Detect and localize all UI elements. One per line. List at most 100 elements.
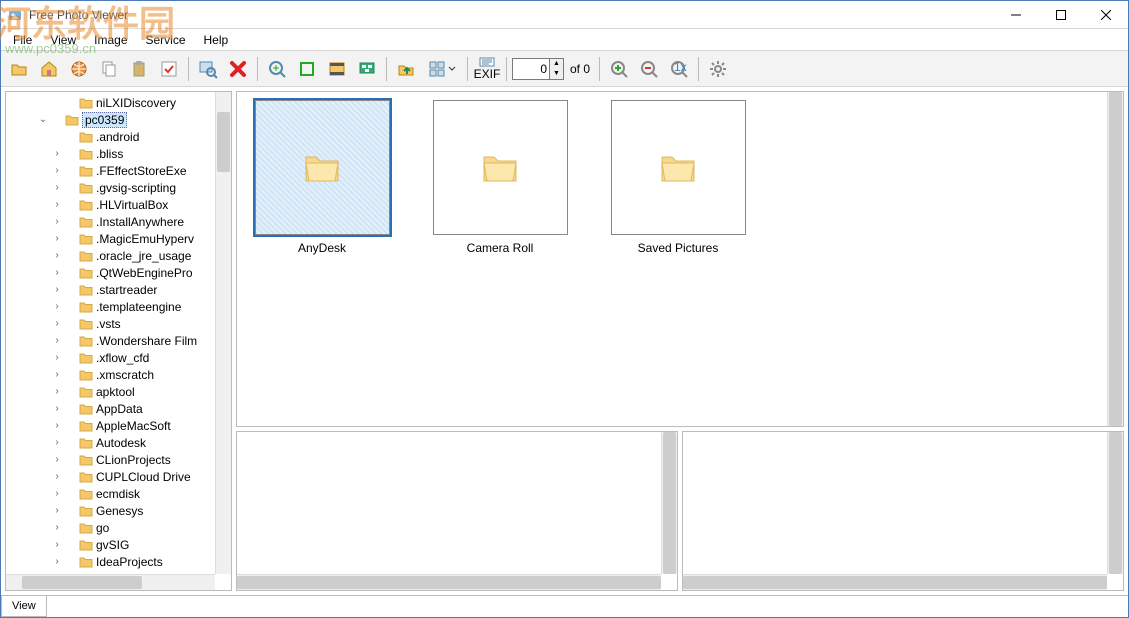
tree-horizontal-scrollbar[interactable] <box>6 574 215 590</box>
expand-closed-icon[interactable]: › <box>50 148 64 159</box>
home-button[interactable] <box>35 55 63 83</box>
expand-closed-icon[interactable]: › <box>50 522 64 533</box>
info-right-hscroll[interactable] <box>683 574 1107 590</box>
expand-closed-icon[interactable]: › <box>50 335 64 346</box>
expand-closed-icon[interactable]: › <box>50 284 64 295</box>
thumbnail-box[interactable] <box>255 100 390 235</box>
paste-button[interactable] <box>125 55 153 83</box>
tree-item[interactable]: ›AppleMacSoft <box>6 417 215 434</box>
tree-item[interactable]: ›Autodesk <box>6 434 215 451</box>
tree-item[interactable]: .android <box>6 128 215 145</box>
expand-closed-icon[interactable]: › <box>50 488 64 499</box>
expand-closed-icon[interactable]: › <box>50 199 64 210</box>
tree-item[interactable]: ›ecmdisk <box>6 485 215 502</box>
tree-item[interactable]: ›.oracle_jre_usage <box>6 247 215 264</box>
tree-item[interactable]: ›IdeaProjects <box>6 553 215 570</box>
expand-closed-icon[interactable]: › <box>50 182 64 193</box>
thumbnail-box[interactable] <box>433 100 568 235</box>
expand-closed-icon[interactable]: › <box>50 165 64 176</box>
tree-item[interactable]: ›.Wondershare Film <box>6 332 215 349</box>
thumbnail-item[interactable]: Saved Pictures <box>603 100 753 255</box>
minimize-button[interactable] <box>993 1 1038 29</box>
expand-closed-icon[interactable]: › <box>50 505 64 516</box>
expand-closed-icon[interactable]: › <box>50 233 64 244</box>
tree-item[interactable]: ›.templateengine <box>6 298 215 315</box>
expand-closed-icon[interactable]: › <box>50 318 64 329</box>
close-button[interactable] <box>1083 1 1128 29</box>
zoom-in-icon[interactable] <box>263 55 291 83</box>
zoom-out-button[interactable] <box>635 55 663 83</box>
info-left-vscroll[interactable] <box>661 432 677 574</box>
expand-closed-icon[interactable]: › <box>50 403 64 414</box>
status-tab-view[interactable]: View <box>1 596 47 617</box>
tree-item[interactable]: ›AppData <box>6 400 215 417</box>
expand-closed-icon[interactable]: › <box>50 250 64 261</box>
info-left-hscroll[interactable] <box>237 574 661 590</box>
expand-closed-icon[interactable]: › <box>50 471 64 482</box>
tree-item[interactable]: ›gvSIG <box>6 536 215 553</box>
menu-image[interactable]: Image <box>86 31 135 49</box>
expand-closed-icon[interactable]: › <box>50 216 64 227</box>
delete-icon[interactable] <box>224 55 252 83</box>
tree-item[interactable]: ›.QtWebEnginePro <box>6 264 215 281</box>
tree-item[interactable]: ›.MagicEmuHyperv <box>6 230 215 247</box>
copy-button[interactable] <box>95 55 123 83</box>
tree-item[interactable]: ›.xflow_cfd <box>6 349 215 366</box>
expand-closed-icon[interactable]: › <box>50 267 64 278</box>
spin-down-icon[interactable]: ▼ <box>549 69 563 79</box>
zoom-fit-icon[interactable] <box>293 55 321 83</box>
info-right-vscroll[interactable] <box>1107 432 1123 574</box>
tree-vertical-scrollbar[interactable] <box>215 92 231 574</box>
slideshow-icon[interactable] <box>353 55 381 83</box>
page-number-input[interactable] <box>513 62 549 76</box>
expand-closed-icon[interactable]: › <box>50 556 64 567</box>
tree-item[interactable]: ›.FEffectStoreExe <box>6 162 215 179</box>
spin-up-icon[interactable]: ▲ <box>549 59 563 69</box>
menu-help[interactable]: Help <box>196 31 237 49</box>
tree-item[interactable]: niLXIDiscovery <box>6 94 215 111</box>
expand-open-icon[interactable]: ⌄ <box>36 114 50 125</box>
expand-closed-icon[interactable]: › <box>50 420 64 431</box>
tree-item[interactable]: ›.HLVirtualBox <box>6 196 215 213</box>
menu-view[interactable]: View <box>42 31 84 49</box>
tree-item[interactable]: ›.vsts <box>6 315 215 332</box>
view-mode-dropdown[interactable] <box>422 55 462 83</box>
expand-closed-icon[interactable]: › <box>50 301 64 312</box>
tree-item[interactable]: ›.xmscratch <box>6 366 215 383</box>
thumbnail-box[interactable] <box>611 100 746 235</box>
up-folder-icon[interactable] <box>392 55 420 83</box>
settings-button[interactable] <box>704 55 732 83</box>
page-number-spinner[interactable]: ▲▼ <box>512 58 564 80</box>
expand-closed-icon[interactable]: › <box>50 454 64 465</box>
expand-closed-icon[interactable]: › <box>50 386 64 397</box>
tree-item[interactable]: ›.InstallAnywhere <box>6 213 215 230</box>
thumbnail-item[interactable]: AnyDesk <box>247 100 397 255</box>
expand-closed-icon[interactable]: › <box>50 352 64 363</box>
tree-item[interactable]: ›.startreader <box>6 281 215 298</box>
zoom-actual-button[interactable]: 1x <box>665 55 693 83</box>
tree-item[interactable]: ›.gvsig-scripting <box>6 179 215 196</box>
menu-file[interactable]: File <box>5 31 40 49</box>
tree-item[interactable]: ›CUPLCloud Drive <box>6 468 215 485</box>
expand-closed-icon[interactable]: › <box>50 369 64 380</box>
zoom-in-button[interactable] <box>605 55 633 83</box>
tree-item[interactable]: ›go <box>6 519 215 536</box>
thumbnail-item[interactable]: Camera Roll <box>425 100 575 255</box>
tree-item[interactable]: ⌄pc0359 <box>6 111 215 128</box>
tree-item[interactable]: ›.bliss <box>6 145 215 162</box>
folder-tree[interactable]: niLXIDiscovery⌄pc0359.android›.bliss›.FE… <box>6 92 231 590</box>
expand-closed-icon[interactable]: › <box>50 539 64 550</box>
search-image-button[interactable] <box>194 55 222 83</box>
filmstrip-icon[interactable] <box>323 55 351 83</box>
open-folder-button[interactable] <box>5 55 33 83</box>
menu-service[interactable]: Service <box>138 31 194 49</box>
tree-item[interactable]: ›CLionProjects <box>6 451 215 468</box>
tree-item[interactable]: ›Genesys <box>6 502 215 519</box>
exif-button[interactable]: EXIF <box>473 55 501 83</box>
tree-item[interactable]: ›apktool <box>6 383 215 400</box>
maximize-button[interactable] <box>1038 1 1083 29</box>
thumbs-vertical-scrollbar[interactable] <box>1107 92 1123 426</box>
check-button[interactable] <box>155 55 183 83</box>
globe-button[interactable] <box>65 55 93 83</box>
expand-closed-icon[interactable]: › <box>50 437 64 448</box>
